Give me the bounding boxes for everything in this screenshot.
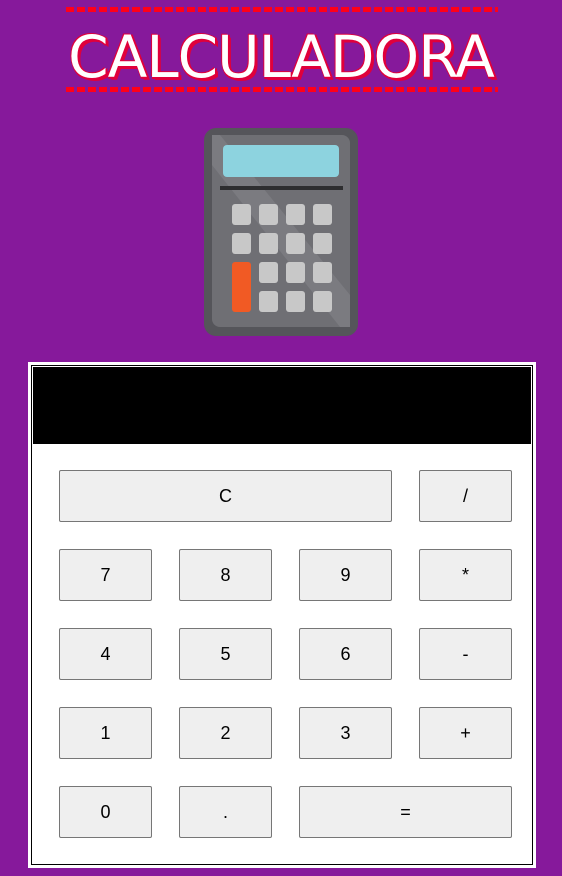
calculator-panel: C / 7 8 9 * 4 5 6 - 1 2 3 + 0 . = <box>28 362 536 868</box>
digit-9-button[interactable]: 9 <box>299 549 392 601</box>
title-decoration-bottom <box>66 87 498 92</box>
digit-3-button[interactable]: 3 <box>299 707 392 759</box>
multiply-button[interactable]: * <box>419 549 512 601</box>
equals-button[interactable]: = <box>299 786 512 838</box>
digit-4-button[interactable]: 4 <box>59 628 152 680</box>
digit-2-button[interactable]: 2 <box>179 707 272 759</box>
digit-0-button[interactable]: 0 <box>59 786 152 838</box>
clear-button[interactable]: C <box>59 470 392 522</box>
digit-7-button[interactable]: 7 <box>59 549 152 601</box>
calculator-icon <box>204 128 358 336</box>
digit-6-button[interactable]: 6 <box>299 628 392 680</box>
decimal-point-button[interactable]: . <box>179 786 272 838</box>
page-title: CALCULADORA <box>68 23 495 91</box>
title-decoration-top <box>66 7 498 12</box>
display-screen[interactable] <box>33 367 531 444</box>
minus-button[interactable]: - <box>419 628 512 680</box>
digit-1-button[interactable]: 1 <box>59 707 152 759</box>
plus-button[interactable]: + <box>419 707 512 759</box>
digit-8-button[interactable]: 8 <box>179 549 272 601</box>
divide-button[interactable]: / <box>419 470 512 522</box>
digit-5-button[interactable]: 5 <box>179 628 272 680</box>
